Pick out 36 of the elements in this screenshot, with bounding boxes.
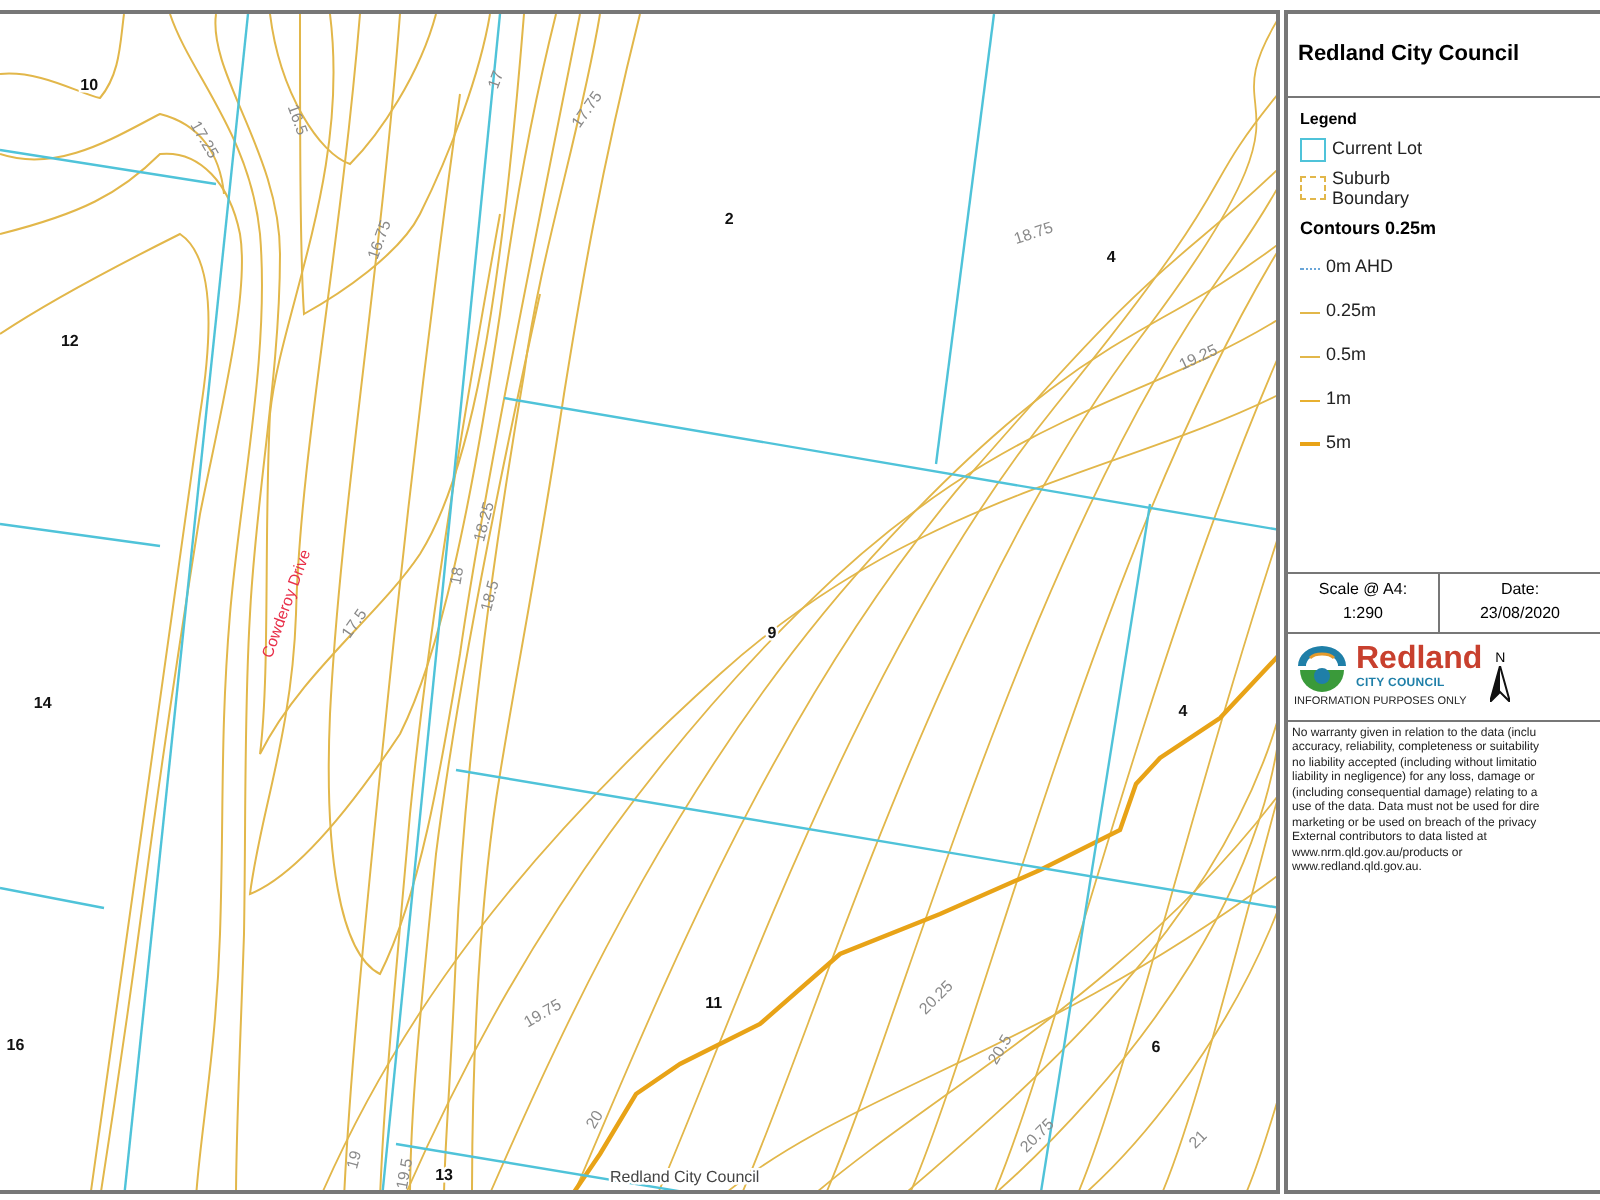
date-label: Date: [1500,578,1540,602]
contour-label: 18 [446,565,468,587]
contour-label: 18.25 [470,500,498,544]
contour-label: 16.75 [364,217,395,262]
legend-label: Suburb Boundary [1332,168,1412,208]
legend-label: 0.5m [1326,342,1367,369]
contours-heading: Contours 0.25m [1300,216,1439,242]
contour-label: 18.75 [1011,218,1056,248]
legend-label: 0.25m [1326,298,1377,325]
legend-label: Current Lot [1332,138,1425,158]
contour-label: 21 [1185,1126,1211,1153]
contour-label: 19.5 [393,1156,417,1190]
lot-number: 4 [1106,248,1116,266]
lot-number: 11 [705,994,723,1012]
lot-number: 10 [80,76,99,94]
lot-number: 2 [724,210,734,228]
date-value: 23/08/2020 [1479,602,1561,626]
scale-value: 1:290 [1342,602,1384,626]
contour-label: 19.25 [1176,340,1221,374]
contour-label: 19 [343,1148,366,1171]
lot-number: 12 [60,332,79,350]
lot-number: 14 [33,694,52,712]
lot-number: 4 [1178,702,1188,720]
panel-title: Redland City Council [1298,40,1520,71]
legend-heading: Legend [1300,108,1359,132]
contour-label: 17 [484,68,508,92]
scale-label: Scale @ A4: [1318,578,1408,602]
logo-name: Redland [1356,644,1483,677]
legend-label: 0m AHD [1326,254,1394,281]
contour-label: 18.5 [477,578,503,614]
legend-label: 5m [1326,430,1352,457]
lot-number: 16 [6,1036,25,1054]
legend-label: 1m [1326,386,1352,413]
contour-label: 16.5 [283,102,312,138]
lot-number: 6 [1151,1038,1161,1056]
contour-label: 20 [582,1107,607,1132]
